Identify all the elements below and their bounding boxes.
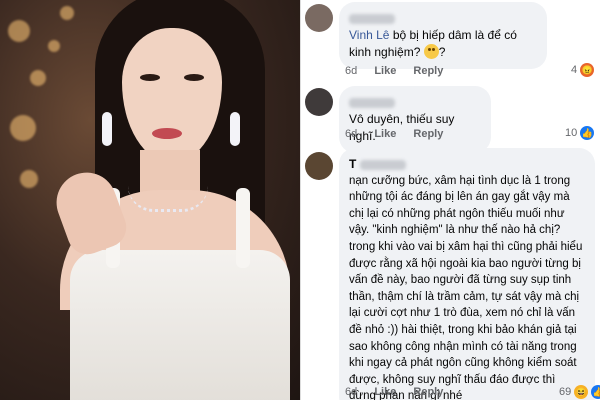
blurred-name: [359, 159, 406, 170]
comment-actions: 6d Like Reply: [345, 386, 457, 398]
reaction-summary[interactable]: 4 😠: [571, 63, 595, 77]
reply-button[interactable]: Reply: [413, 65, 443, 77]
reaction-summary[interactable]: 10 👍: [565, 126, 595, 140]
blurred-name: [349, 13, 395, 24]
lips: [152, 128, 182, 139]
like-button[interactable]: Like: [374, 386, 396, 398]
blurred-name: [349, 97, 395, 108]
dress-strap-right: [236, 188, 250, 268]
comment-time[interactable]: 6d: [345, 386, 357, 398]
like-button[interactable]: Like: [374, 65, 396, 77]
comment-time[interactable]: 6d: [345, 128, 357, 140]
reply-button[interactable]: Reply: [413, 386, 443, 398]
bokeh-light: [8, 20, 30, 42]
like-button[interactable]: Like: [374, 128, 396, 140]
reaction-count: 10: [565, 127, 578, 139]
comment-bubble: Vinh Lê bộ bị hiếp dâm là để có kinh ngh…: [339, 2, 547, 69]
bokeh-light: [20, 170, 38, 188]
angry-reaction-icon: 😠: [580, 63, 595, 77]
comment-author[interactable]: T: [349, 156, 585, 173]
white-dress: [70, 250, 290, 400]
bokeh-light: [48, 40, 60, 52]
portrait-photo: [0, 0, 300, 400]
comment-author[interactable]: [349, 10, 537, 27]
reply-button[interactable]: Reply: [413, 128, 443, 140]
like-reaction-icon: 👍: [591, 385, 600, 399]
comment-thread: Vinh Lê bộ bị hiếp dâm là để có kinh ngh…: [300, 0, 600, 400]
bokeh-light: [60, 6, 74, 20]
bokeh-light: [10, 115, 36, 141]
author-initial: T: [349, 157, 357, 171]
comment-actions: 6d Like Reply: [345, 65, 457, 77]
left-eye: [140, 74, 160, 81]
comment-text-trailing: ?: [438, 45, 446, 59]
commenter-avatar[interactable]: [305, 152, 333, 180]
smile-emoji-icon: [423, 44, 439, 59]
earring-left: [102, 112, 112, 146]
comment-bubble: T nạn cưỡng bức, xâm hại tình dục là 1 t…: [339, 148, 595, 400]
haha-reaction-icon: 😆: [574, 385, 589, 399]
right-eye: [184, 74, 204, 81]
like-reaction-icon: 👍: [580, 126, 595, 140]
comment-time[interactable]: 6d: [345, 65, 357, 77]
comment-actions: 6d Like Reply: [345, 128, 457, 140]
comment-author[interactable]: [349, 94, 481, 111]
reaction-count: 4: [571, 64, 578, 76]
mention-link[interactable]: Vinh Lê: [349, 28, 389, 42]
reaction-summary[interactable]: 69 😆 👍: [559, 385, 600, 399]
comment-bubble: Vô duyên, thiếu suy nghĩ.: [339, 86, 491, 153]
comment-text: nạn cưỡng bức, xâm hại tình dục là 1 tro…: [349, 174, 583, 400]
commenter-avatar[interactable]: [305, 88, 333, 116]
commenter-avatar[interactable]: [305, 4, 333, 32]
bokeh-light: [30, 70, 46, 86]
earring-right: [230, 112, 240, 146]
reaction-count: 69: [559, 386, 572, 398]
